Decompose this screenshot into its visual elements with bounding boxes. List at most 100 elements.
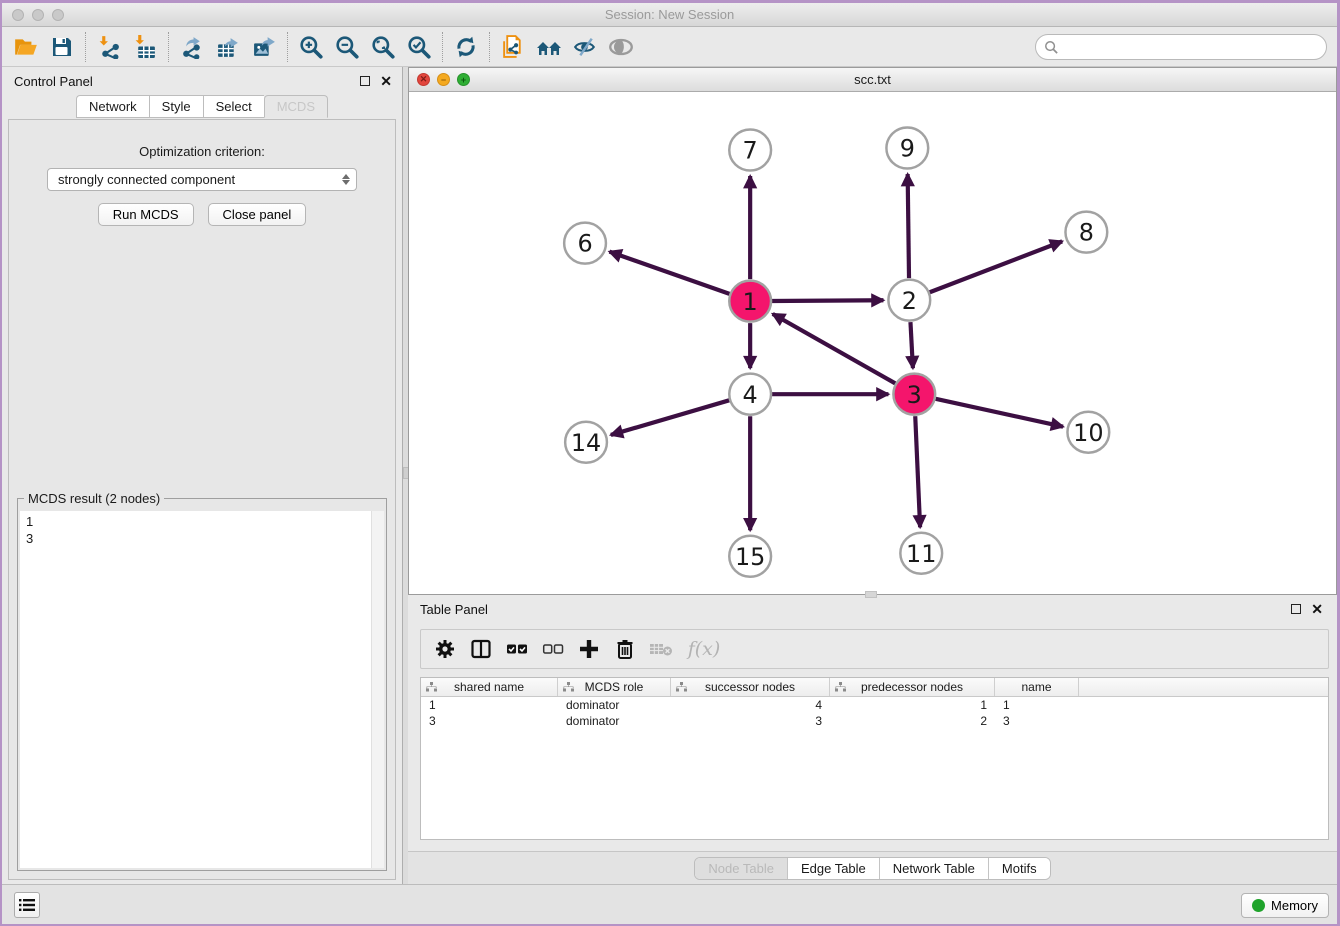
tab-node-table[interactable]: Node Table [695, 858, 788, 879]
search-input[interactable] [1065, 40, 1318, 55]
run-mcds-button[interactable]: Run MCDS [98, 203, 194, 226]
import-network-icon [97, 34, 122, 59]
table-row[interactable]: 1dominator411 [421, 697, 1328, 713]
column-header-predecessor-nodes[interactable]: predecessor nodes [830, 678, 995, 696]
toolbar-separator [489, 32, 490, 62]
network-maximize-button[interactable]: + [457, 73, 470, 86]
float-table-panel-icon[interactable] [1291, 604, 1301, 614]
tab-motifs[interactable]: Motifs [989, 858, 1050, 879]
minimize-window-button[interactable] [32, 9, 44, 21]
tab-style[interactable]: Style [149, 95, 203, 118]
table-settings-button[interactable] [429, 633, 461, 665]
tab-network-table[interactable]: Network Table [880, 858, 989, 879]
optimization-criterion-select[interactable]: strongly connected component [47, 168, 357, 191]
column-header-shared-name[interactable]: shared name [421, 678, 558, 696]
deselect-all-button[interactable] [537, 633, 569, 665]
delete-column-button[interactable] [609, 633, 641, 665]
graph-node-label-4: 4 [743, 381, 758, 409]
mcds-tab-panel: Optimization criterion: strongly connect… [8, 119, 396, 880]
graph-edge-4-14[interactable] [611, 400, 729, 435]
close-panel-button[interactable]: Close panel [208, 203, 307, 226]
result-scrollbar[interactable] [371, 511, 384, 868]
graph-edge-3-1[interactable] [773, 314, 896, 383]
zoom-in-button[interactable] [293, 29, 329, 65]
export-table-button[interactable] [210, 29, 246, 65]
graph-edge-3-10[interactable] [936, 399, 1063, 427]
network-minimize-button[interactable]: − [437, 73, 450, 86]
app-window: Session: New Session [2, 3, 1337, 924]
graph-node-label-2: 2 [902, 287, 917, 315]
tab-select[interactable]: Select [203, 95, 264, 118]
cell-name[interactable]: 3 [995, 714, 1079, 728]
graph-node-label-1: 1 [743, 288, 758, 316]
cell-mcds-role[interactable]: dominator [558, 714, 671, 728]
close-panel-icon[interactable]: ✕ [380, 76, 392, 86]
add-column-button[interactable] [573, 633, 605, 665]
select-chevrons-icon [342, 174, 350, 185]
graph-edge-1-2[interactable] [772, 300, 883, 301]
tab-network[interactable]: Network [76, 95, 149, 118]
trash-icon [615, 638, 635, 660]
column-header-name[interactable]: name [995, 678, 1079, 696]
cell-successor-nodes[interactable]: 3 [671, 714, 830, 728]
graph-edge-2-8[interactable] [930, 241, 1062, 292]
column-header-mcds-role[interactable]: MCDS role [558, 678, 671, 696]
table-row[interactable]: 3dominator323 [421, 713, 1328, 729]
node-table: shared nameMCDS rolesuccessor nodesprede… [420, 677, 1329, 840]
save-session-button[interactable] [44, 29, 80, 65]
cell-name[interactable]: 1 [995, 698, 1079, 712]
export-network-button[interactable] [174, 29, 210, 65]
cell-shared-name[interactable]: 1 [421, 698, 558, 712]
mcds-result-box[interactable]: 1 3 [20, 511, 384, 868]
graph-edge-2-9[interactable] [908, 174, 909, 278]
toolbar-separator [168, 32, 169, 62]
import-table-icon [133, 34, 158, 59]
export-image-icon [252, 34, 277, 59]
tab-mcds[interactable]: MCDS [264, 95, 328, 118]
cell-predecessor-nodes[interactable]: 2 [830, 714, 995, 728]
zoom-selected-icon [406, 34, 432, 60]
zoom-out-icon [334, 34, 360, 60]
cell-successor-nodes[interactable]: 4 [671, 698, 830, 712]
graph-node-label-7: 7 [743, 137, 758, 165]
select-all-button[interactable] [501, 633, 533, 665]
zoom-selected-button[interactable] [401, 29, 437, 65]
import-table-button[interactable] [127, 29, 163, 65]
zoom-out-button[interactable] [329, 29, 365, 65]
network-window-titlebar: ✕ − + scc.txt [409, 68, 1336, 92]
export-image-button[interactable] [246, 29, 282, 65]
maximize-window-button[interactable] [52, 9, 64, 21]
unchecked-boxes-icon [542, 639, 564, 659]
cell-predecessor-nodes[interactable]: 1 [830, 698, 995, 712]
import-network-button[interactable] [91, 29, 127, 65]
column-header-successor-nodes[interactable]: successor nodes [671, 678, 830, 696]
tab-edge-table[interactable]: Edge Table [788, 858, 880, 879]
toolbar-separator [442, 32, 443, 62]
zoom-in-icon [298, 34, 324, 60]
cell-mcds-role[interactable]: dominator [558, 698, 671, 712]
eye-slash-icon [572, 34, 599, 60]
task-history-button[interactable] [14, 892, 40, 918]
visibility-button[interactable] [603, 29, 639, 65]
hide-panel-button[interactable] [567, 29, 603, 65]
open-session-button[interactable] [8, 29, 44, 65]
float-panel-icon[interactable] [360, 76, 370, 86]
clone-network-button[interactable] [495, 29, 531, 65]
network-canvas[interactable]: 7968124314101511 [409, 92, 1336, 594]
zoom-fit-icon [370, 34, 396, 60]
cell-shared-name[interactable]: 3 [421, 714, 558, 728]
graph-edge-3-11[interactable] [915, 416, 920, 527]
graph-edge-2-3[interactable] [910, 322, 912, 368]
network-close-button[interactable]: ✕ [417, 73, 430, 86]
graph-edge-1-6[interactable] [609, 252, 729, 294]
zoom-fit-button[interactable] [365, 29, 401, 65]
close-table-panel-icon[interactable]: ✕ [1311, 604, 1323, 614]
close-window-button[interactable] [12, 9, 24, 21]
horizontal-splitter-handle[interactable] [865, 591, 877, 598]
column-panel-button[interactable] [465, 633, 497, 665]
control-panel-header: Control Panel ✕ [2, 67, 402, 95]
control-panel-tabs: NetworkStyleSelectMCDS [2, 95, 402, 118]
apply-layout-button[interactable] [448, 29, 484, 65]
show-all-networks-button[interactable] [531, 29, 567, 65]
memory-button[interactable]: Memory [1241, 893, 1329, 918]
